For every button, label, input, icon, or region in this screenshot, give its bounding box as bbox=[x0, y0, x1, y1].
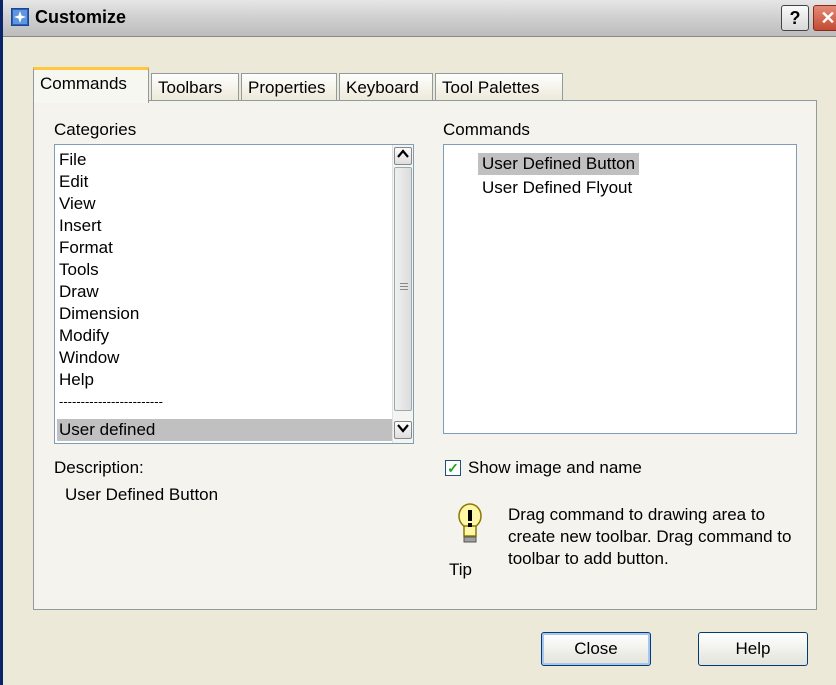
tip-line-1: Drag command to drawing area to bbox=[508, 505, 766, 524]
dialog-title: Customize bbox=[35, 7, 127, 27]
title-bar[interactable]: Customize ? ✕ bbox=[3, 0, 836, 37]
tab-tool-palettes[interactable]: Tool Palettes bbox=[435, 73, 563, 101]
category-help[interactable]: Help bbox=[57, 369, 94, 391]
command-user-defined-flyout[interactable]: User Defined Flyout bbox=[478, 177, 636, 199]
tab-toolbars[interactable]: Toolbars bbox=[151, 73, 239, 101]
category-separator: ------------------------ bbox=[59, 394, 163, 409]
commands-listbox[interactable]: User Defined Button User Defined Flyout bbox=[443, 144, 797, 434]
category-modify[interactable]: Modify bbox=[57, 325, 109, 347]
category-edit[interactable]: Edit bbox=[57, 171, 88, 193]
title-close-button[interactable]: ✕ bbox=[813, 5, 836, 31]
categories-scrollbar[interactable] bbox=[392, 145, 413, 443]
tab-properties[interactable]: Properties bbox=[241, 73, 337, 101]
close-button[interactable]: Close bbox=[541, 632, 651, 666]
scrollbar-thumb[interactable] bbox=[394, 167, 412, 411]
tip-line-3: toolbar to add button. bbox=[508, 549, 669, 568]
tab-commands[interactable]: Commands bbox=[33, 67, 149, 103]
show-image-label[interactable]: Show image and name bbox=[468, 458, 642, 478]
category-dimension[interactable]: Dimension bbox=[57, 303, 139, 325]
categories-listbox[interactable]: File Edit View Insert Format Tools Draw … bbox=[54, 144, 414, 444]
category-draw[interactable]: Draw bbox=[57, 281, 99, 303]
description-label: Description: bbox=[54, 458, 144, 477]
customize-app-icon bbox=[11, 8, 29, 26]
checkmark-icon: ✓ bbox=[447, 460, 459, 476]
category-window[interactable]: Window bbox=[57, 347, 119, 369]
tip-line-2: create new toolbar. Drag command to bbox=[508, 527, 792, 546]
category-insert[interactable]: Insert bbox=[57, 215, 102, 237]
tab-keyboard[interactable]: Keyboard bbox=[339, 73, 433, 101]
description-value: User Defined Button bbox=[65, 485, 219, 504]
lightbulb-icon bbox=[458, 503, 482, 543]
customize-dialog: Customize ? ✕ Commands Toolbars Properti… bbox=[0, 0, 836, 685]
help-button[interactable]: Help bbox=[698, 632, 808, 666]
category-user-defined[interactable]: User defined bbox=[57, 419, 393, 441]
categories-label: Categories bbox=[54, 120, 137, 139]
command-user-defined-button[interactable]: User Defined Button bbox=[478, 153, 640, 175]
arrow-down-icon[interactable] bbox=[394, 421, 412, 439]
category-view[interactable]: View bbox=[57, 193, 96, 215]
category-tools[interactable]: Tools bbox=[57, 259, 99, 281]
commands-label: Commands bbox=[443, 120, 530, 139]
category-file[interactable]: File bbox=[57, 149, 86, 171]
title-help-button[interactable]: ? bbox=[781, 5, 809, 31]
category-format[interactable]: Format bbox=[57, 237, 113, 259]
show-image-checkbox[interactable]: ✓ bbox=[445, 460, 461, 476]
tip-label: Tip bbox=[449, 560, 472, 579]
tip-text: Drag command to drawing area to create n… bbox=[508, 504, 791, 570]
arrow-up-icon[interactable] bbox=[394, 147, 412, 165]
